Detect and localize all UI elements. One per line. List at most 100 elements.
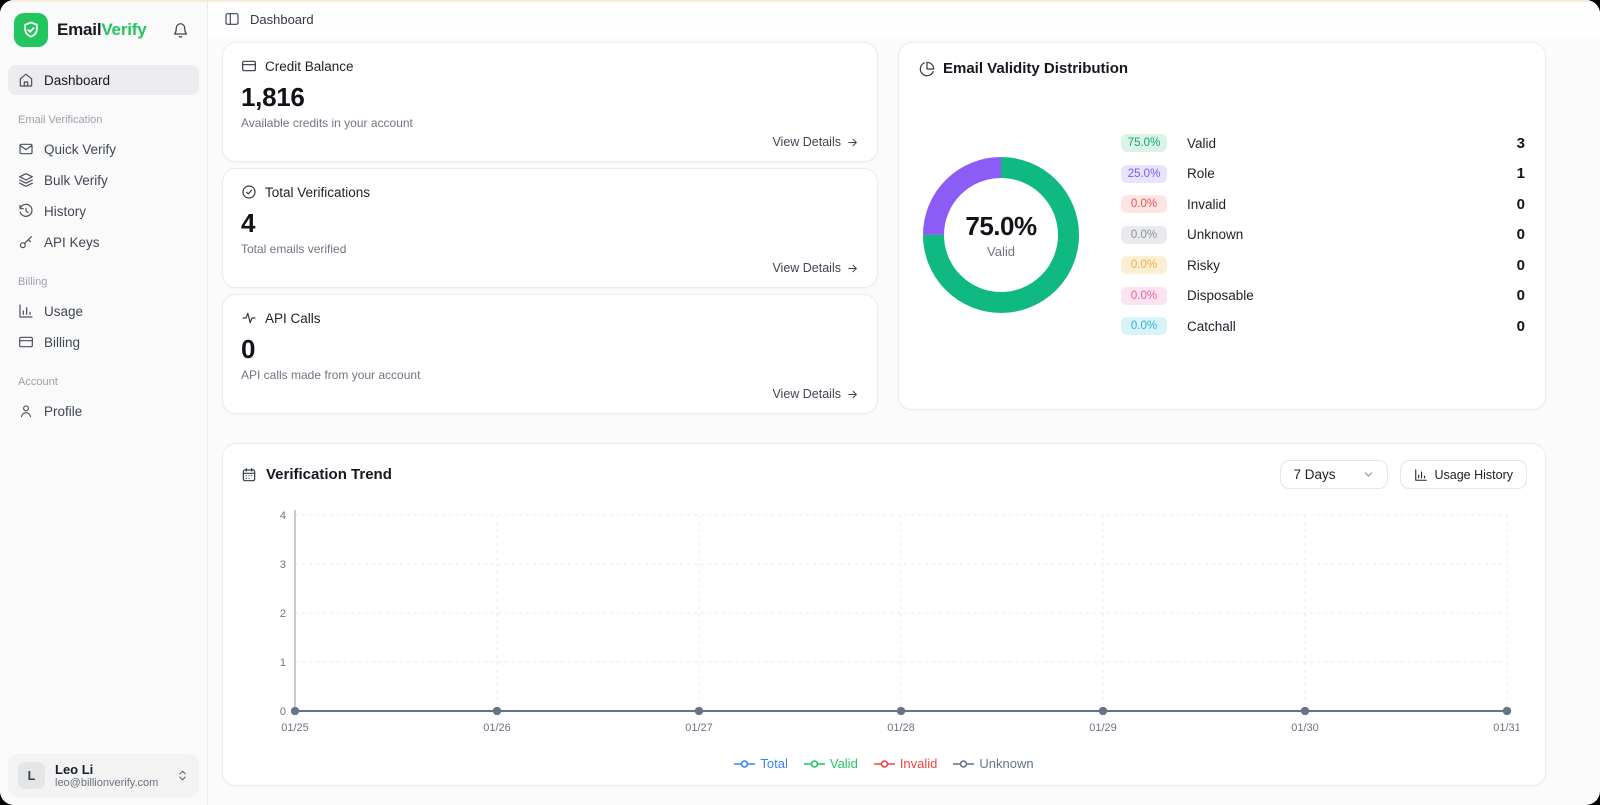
home-icon xyxy=(18,72,34,88)
user-email: leo@billionverify.com xyxy=(55,777,166,789)
validity-row-unknown: 0.0% Unknown 0 xyxy=(1121,226,1525,244)
sidebar: EmailVerify Dashboard Email Verification… xyxy=(0,0,208,805)
notifications-bell-icon[interactable] xyxy=(168,18,193,43)
donut-center-value: 75.0% xyxy=(965,211,1036,242)
svg-text:2: 2 xyxy=(280,608,286,620)
stat-card-subtitle: Available credits in your account xyxy=(241,116,859,130)
validity-panel-title: Email Validity Distribution xyxy=(943,60,1128,77)
dashboard-content: Credit Balance1,816Available credits in … xyxy=(208,38,1600,805)
app-window: EmailVerify Dashboard Email Verification… xyxy=(0,0,1600,805)
validity-row-count: 0 xyxy=(1517,226,1525,243)
view-details-link[interactable]: View Details xyxy=(772,261,859,275)
stat-card-value: 0 xyxy=(241,334,859,365)
sidebar-item-billing[interactable]: Billing xyxy=(8,327,199,357)
validity-row-label: Invalid xyxy=(1187,197,1226,212)
sidebar-item-usage[interactable]: Usage xyxy=(8,296,199,326)
section-label-email-verification: Email Verification xyxy=(8,96,199,134)
pie-chart-icon xyxy=(919,61,935,77)
validity-pct-badge: 0.0% xyxy=(1121,195,1167,213)
arrow-right-icon xyxy=(846,388,859,401)
sidebar-item-label: Billing xyxy=(44,335,80,350)
bar-chart-icon xyxy=(18,303,34,319)
stat-card-title: Credit Balance xyxy=(265,59,354,74)
sidebar-item-history[interactable]: History xyxy=(8,196,199,226)
svg-text:01/26: 01/26 xyxy=(483,722,511,734)
validity-row-count: 1 xyxy=(1517,165,1525,182)
validity-row-catchall: 0.0%Catchall0 xyxy=(1121,317,1525,335)
sidebar-item-quick-verify[interactable]: Quick Verify xyxy=(8,134,199,164)
sidebar-item-bulk-verify[interactable]: Bulk Verify xyxy=(8,165,199,195)
logo-row: EmailVerify xyxy=(0,0,207,59)
legend-line-dot-icon xyxy=(804,759,825,769)
validity-row-role: 25.0% Role 1 xyxy=(1121,165,1525,183)
check-circle-icon xyxy=(241,184,257,200)
validity-donut-chart: 75.0% Valid xyxy=(923,157,1079,313)
validity-pct-badge: 25.0% xyxy=(1121,165,1167,183)
trend-legend-invalid[interactable]: Invalid xyxy=(874,756,938,771)
validity-row-count: 0 xyxy=(1517,257,1525,274)
stat-card-title: API Calls xyxy=(265,311,321,326)
stat-card-value: 4 xyxy=(241,208,859,239)
user-icon xyxy=(18,403,34,419)
sidebar-item-label: Dashboard xyxy=(44,73,110,88)
donut-center-label: Valid xyxy=(987,244,1015,259)
legend-line-dot-icon xyxy=(953,759,974,769)
sidebar-toggle-icon[interactable] xyxy=(224,11,240,27)
usage-history-button[interactable]: Usage History xyxy=(1400,460,1528,489)
stat-card-api-calls: API Calls0API calls made from your accou… xyxy=(222,294,878,414)
svg-text:4: 4 xyxy=(280,510,286,522)
credit-card-icon xyxy=(18,334,34,350)
activity-icon xyxy=(241,310,257,326)
validity-row-disposable: 0.0%Disposable0 xyxy=(1121,287,1525,305)
validity-pct-badge: 0.0% xyxy=(1121,226,1167,244)
svg-text:01/28: 01/28 xyxy=(887,722,915,734)
section-label-account: Account xyxy=(8,358,199,396)
validity-pct-badge: 0.0% xyxy=(1121,317,1167,335)
breadcrumb: Dashboard xyxy=(250,12,314,27)
sidebar-item-label: Quick Verify xyxy=(44,142,116,157)
view-details-link[interactable]: View Details xyxy=(772,135,859,149)
user-menu[interactable]: L Leo Li leo@billionverify.com xyxy=(8,754,199,797)
trend-legend-total[interactable]: Total xyxy=(734,756,787,771)
svg-text:01/30: 01/30 xyxy=(1291,722,1319,734)
sidebar-item-label: Profile xyxy=(44,404,82,419)
view-details-link[interactable]: View Details xyxy=(772,387,859,401)
trend-panel-title: Verification Trend xyxy=(266,466,392,483)
validity-row-label: Role xyxy=(1187,166,1215,181)
trend-legend-unknown[interactable]: Unknown xyxy=(953,756,1033,771)
calendar-icon xyxy=(241,467,257,483)
validity-pct-badge: 0.0% xyxy=(1121,256,1167,274)
mail-icon xyxy=(18,141,34,157)
sidebar-item-api-keys[interactable]: API Keys xyxy=(8,227,199,257)
stat-card-title: Total Verifications xyxy=(265,185,370,200)
arrow-right-icon xyxy=(846,262,859,275)
sidebar-item-label: Usage xyxy=(44,304,83,319)
svg-text:0: 0 xyxy=(280,706,286,718)
sidebar-item-label: History xyxy=(44,204,86,219)
sidebar-item-dashboard[interactable]: Dashboard xyxy=(8,65,199,95)
credit-card-icon xyxy=(241,58,257,74)
layers-icon xyxy=(18,172,34,188)
validity-row-label: Disposable xyxy=(1187,288,1254,303)
svg-text:01/25: 01/25 xyxy=(281,722,309,734)
stat-card-total-verifications: Total Verifications4Total emails verifie… xyxy=(222,168,878,288)
validity-row-label: Catchall xyxy=(1187,319,1236,334)
sidebar-item-profile[interactable]: Profile xyxy=(8,396,199,426)
trend-range-select[interactable]: 7 Days xyxy=(1280,460,1387,489)
trend-legend-valid[interactable]: Valid xyxy=(804,756,858,771)
arrow-right-icon xyxy=(846,136,859,149)
validity-row-label: Risky xyxy=(1187,258,1220,273)
trend-line-chart: 0123401/2501/2601/2701/2801/2901/3001/31 xyxy=(241,503,1527,754)
topbar: Dashboard xyxy=(208,0,1600,38)
validity-row-valid: 75.0%Valid3 xyxy=(1121,134,1525,152)
validity-row-risky: 0.0% Risky 0 xyxy=(1121,256,1525,274)
legend-line-dot-icon xyxy=(734,759,755,769)
bar-chart-icon xyxy=(1414,468,1428,482)
svg-text:3: 3 xyxy=(280,559,286,571)
svg-text:01/27: 01/27 xyxy=(685,722,713,734)
validity-row-label: Unknown xyxy=(1187,227,1243,242)
validity-row-count: 3 xyxy=(1517,135,1525,152)
app-logo-shield-icon xyxy=(14,13,48,47)
svg-text:1: 1 xyxy=(280,657,286,669)
main-area: Dashboard Credit Balance1,816Available c… xyxy=(208,0,1600,805)
